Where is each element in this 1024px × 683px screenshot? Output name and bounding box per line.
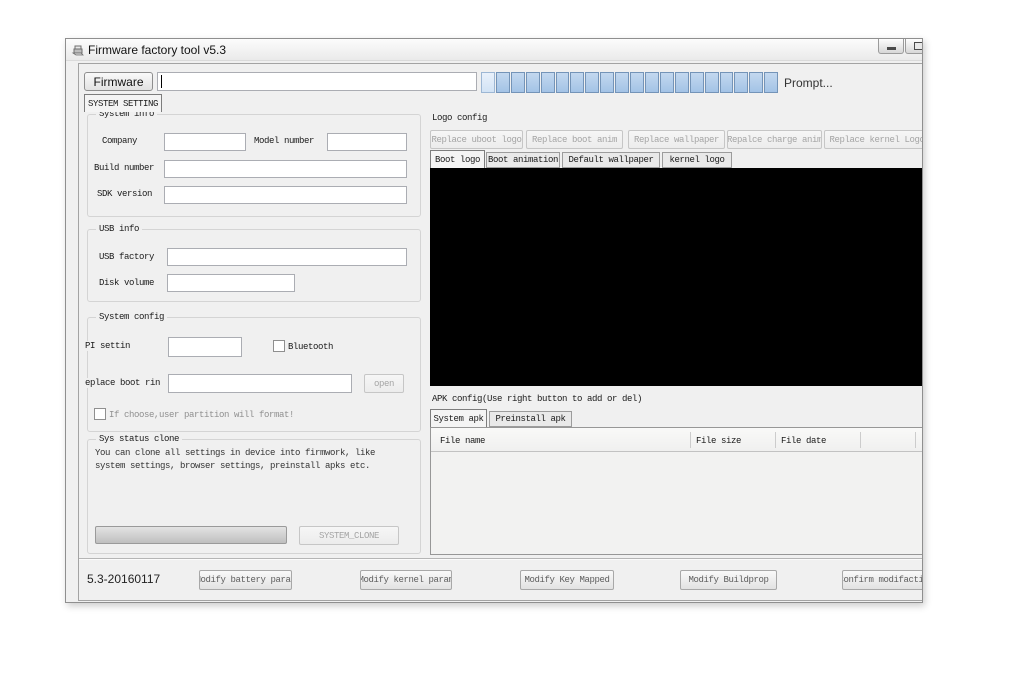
system-clone-button[interactable]: SYSTEM_CLONE	[299, 526, 399, 545]
column-divider	[690, 432, 691, 448]
model-number-label: Model number	[254, 136, 315, 146]
maximize-icon	[914, 42, 922, 50]
replace-boot-ring-input[interactable]	[168, 374, 352, 393]
progress-segment	[525, 72, 540, 93]
column-divider	[915, 432, 916, 448]
tab-kernel-logo[interactable]: kernel logo	[662, 152, 732, 168]
progress-segment	[600, 72, 615, 93]
column-divider	[860, 432, 861, 448]
progress-segment	[570, 72, 585, 93]
progress-segment	[734, 72, 749, 93]
main-panel: Firmware Prompt... SYSTEM SETTING System…	[78, 63, 922, 601]
modify-battery-param-button[interactable]: Modify battery param	[199, 570, 292, 590]
progress-segment	[689, 72, 704, 93]
firmware-path-input[interactable]	[157, 72, 477, 91]
replace-uboot-logo-button[interactable]: Replace uboot logo	[430, 130, 523, 149]
clone-description-line2: system settings, browser settings, prein…	[95, 461, 371, 471]
minimize-icon	[887, 47, 896, 50]
tab-boot-logo[interactable]: Boot logo	[430, 150, 485, 168]
clone-description-line1: You can clone all settings in device int…	[95, 448, 376, 458]
column-header-file-name[interactable]: File name	[440, 436, 485, 446]
company-input[interactable]	[164, 133, 246, 151]
tab-preinstall-apk[interactable]: Preinstall apk	[489, 411, 572, 427]
pi-setting-label: PI settin	[85, 341, 131, 351]
group-title: Sys status clone	[96, 434, 183, 444]
footer-divider	[79, 558, 922, 560]
progress-segment	[719, 72, 734, 93]
column-divider	[775, 432, 776, 448]
usb-factory-label: USB factory	[99, 252, 155, 262]
build-number-label: Build number	[94, 163, 155, 173]
tab-system-apk[interactable]: System apk	[430, 409, 487, 427]
tab-system-setting[interactable]: SYSTEM SETTING	[84, 94, 162, 112]
build-number-input[interactable]	[164, 160, 407, 178]
disk-volume-label: Disk volume	[99, 278, 155, 288]
version-label: 5.3-20160117	[87, 572, 161, 586]
progress-segment	[585, 72, 600, 93]
app-window: Firmware factory tool v5.3 Firmware Prom…	[65, 38, 923, 603]
progress-segment	[510, 72, 525, 93]
progress-bar	[481, 72, 779, 93]
replace-boot-anim-button[interactable]: Replace boot anim	[526, 130, 623, 149]
usb-factory-input[interactable]	[167, 248, 407, 266]
modify-kernel-param-button[interactable]: Modify kernel param	[360, 570, 452, 590]
progress-segment	[495, 72, 510, 93]
bluetooth-checkbox[interactable]	[273, 340, 285, 352]
bluetooth-label: Bluetooth	[288, 342, 334, 352]
modify-buildprop-button[interactable]: Modify Buildprop	[680, 570, 777, 590]
tab-boot-animation[interactable]: Boot animation	[486, 152, 560, 168]
tab-default-wallpaper[interactable]: Default wallpaper	[562, 152, 660, 168]
progress-segment	[644, 72, 659, 93]
maximize-button[interactable]	[905, 39, 922, 54]
company-label: Company	[102, 136, 138, 146]
progress-segment	[704, 72, 719, 93]
confirm-modification-button[interactable]: Confirm modifaction	[842, 570, 922, 590]
format-partition-checkbox[interactable]	[94, 408, 106, 420]
column-header-file-date[interactable]: File date	[781, 436, 826, 446]
pi-setting-input[interactable]	[168, 337, 242, 357]
sdk-version-label: SDK version	[97, 189, 153, 199]
window-title: Firmware factory tool v5.3	[88, 43, 227, 57]
group-title: USB info	[96, 224, 143, 234]
minimize-button[interactable]	[878, 39, 904, 54]
replace-charge-anim-button[interactable]: Repalce charge anim	[727, 130, 822, 149]
replace-kernel-logo-button[interactable]: Replace kernel Logo	[824, 130, 922, 149]
replace-wallpaper-button[interactable]: Replace wallpaper	[628, 130, 725, 149]
progress-segment	[749, 72, 764, 93]
apk-config-title: APK config(Use right button to add or de…	[432, 394, 643, 404]
sdk-version-input[interactable]	[164, 186, 407, 204]
progress-segment	[659, 72, 674, 93]
progress-segment	[764, 72, 779, 93]
printer-icon	[71, 43, 85, 62]
logo-config-title: Logo config	[432, 113, 488, 123]
progress-segment	[481, 72, 495, 93]
disk-volume-input[interactable]	[167, 274, 295, 292]
group-title: System config	[96, 312, 168, 322]
clone-progress-bar	[95, 526, 287, 544]
model-number-input[interactable]	[327, 133, 407, 151]
prompt-label: Prompt...	[784, 76, 833, 90]
format-partition-label: If choose,user partition will format!	[109, 410, 295, 420]
modify-key-mapped-button[interactable]: Modify Key Mapped	[520, 570, 614, 590]
logo-preview-area	[430, 168, 922, 386]
progress-segment	[674, 72, 689, 93]
progress-segment	[555, 72, 570, 93]
progress-segment	[540, 72, 555, 93]
open-button[interactable]: open	[364, 374, 404, 393]
apk-file-table: File name File size File date	[430, 427, 922, 555]
apk-table-header: File name File size File date	[431, 428, 922, 452]
column-header-file-size[interactable]: File size	[696, 436, 741, 446]
progress-segment	[630, 72, 644, 93]
title-bar[interactable]: Firmware factory tool v5.3	[66, 39, 922, 61]
text-caret	[161, 75, 162, 88]
progress-segment	[615, 72, 630, 93]
replace-boot-ring-label: eplace boot rin	[85, 378, 161, 388]
firmware-button[interactable]: Firmware	[84, 72, 153, 91]
